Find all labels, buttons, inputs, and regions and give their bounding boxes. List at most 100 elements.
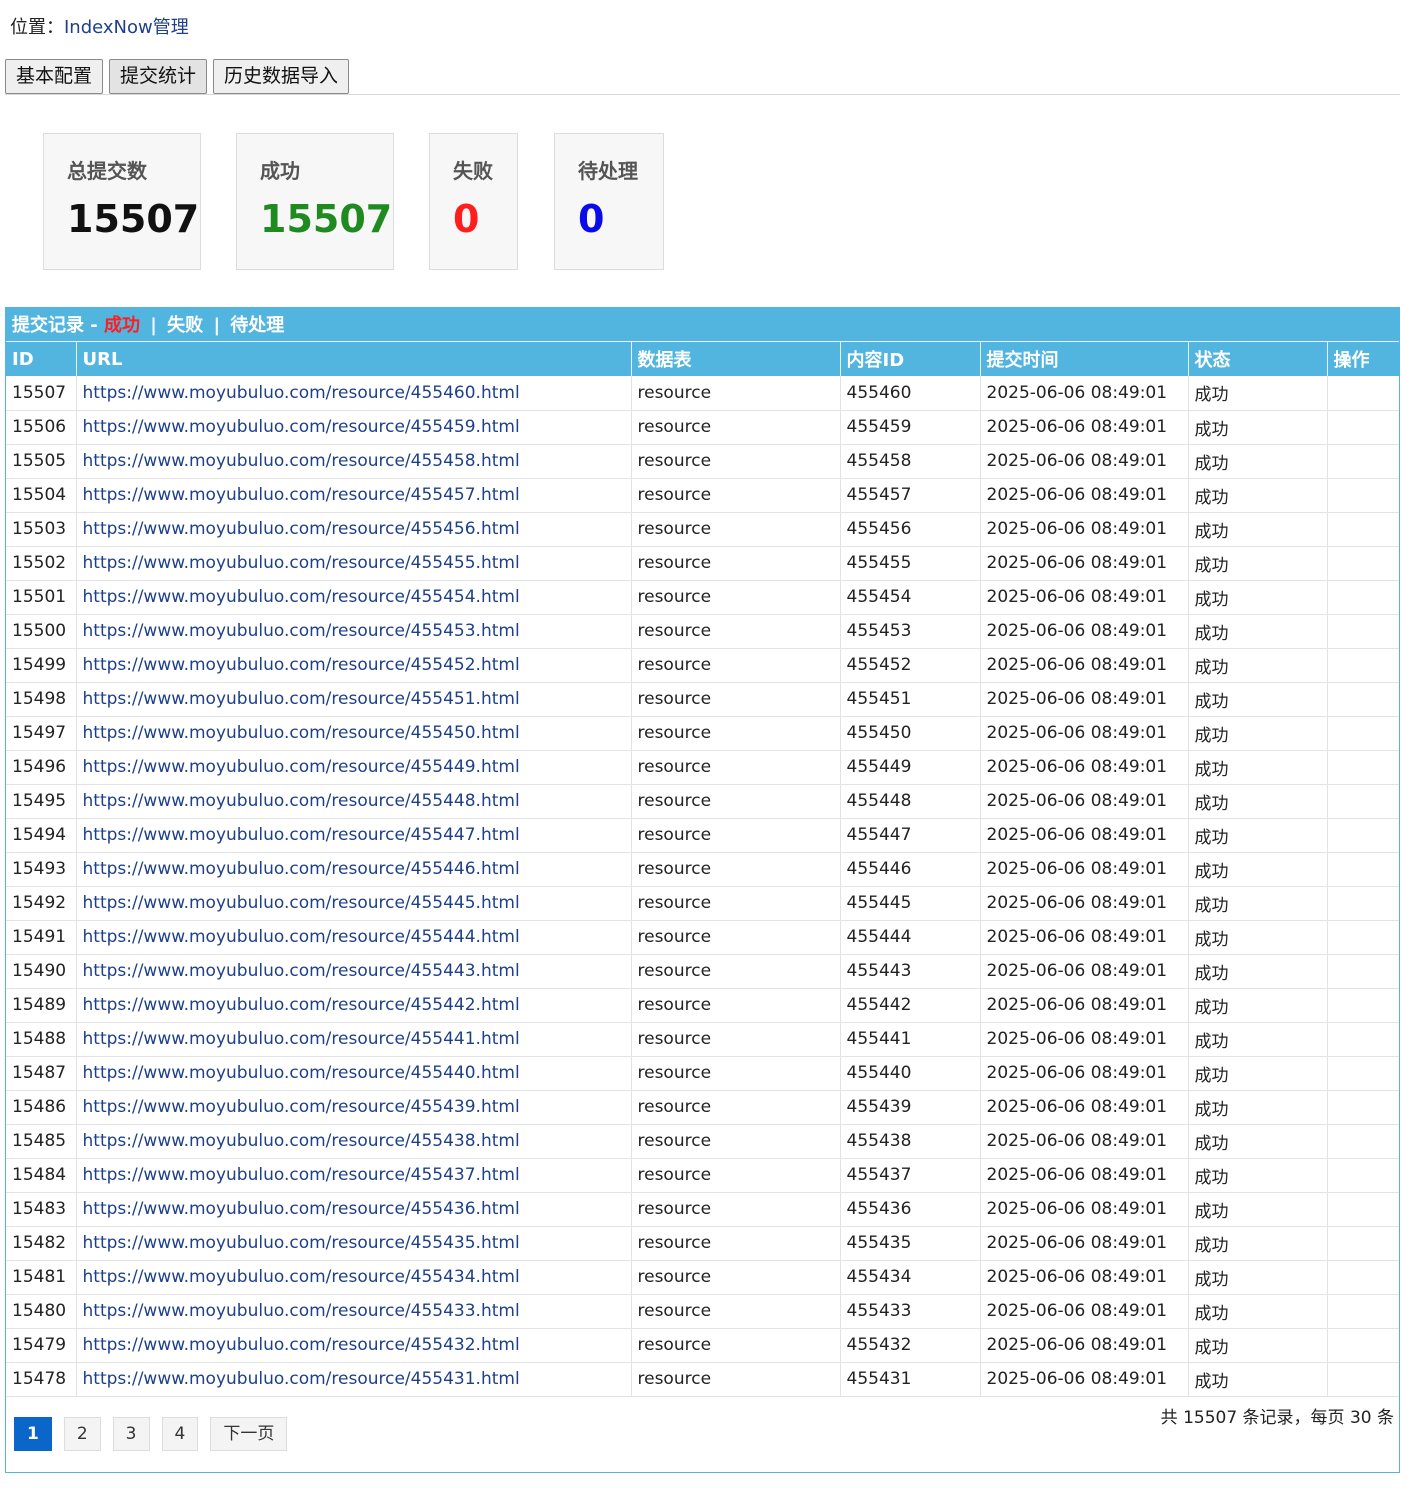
cell-submit-time: 2025-06-06 08:49:01 [980, 410, 1189, 445]
cell-content-id: 455447 [840, 818, 981, 853]
record-url-link[interactable]: https://www.moyubuluo.com/resource/45543… [83, 1369, 520, 1389]
cell-id: 15503 [6, 512, 77, 547]
cell-submit-time: 2025-06-06 08:49:01 [980, 614, 1189, 649]
cell-actions [1327, 1022, 1399, 1057]
table-row: 15478 https://www.moyubuluo.com/resource/… [6, 1362, 1399, 1397]
page-button-3[interactable]: 3 [112, 1417, 150, 1451]
record-url-link[interactable]: https://www.moyubuluo.com/resource/45545… [83, 417, 520, 437]
record-url-link[interactable]: https://www.moyubuluo.com/resource/45545… [83, 451, 520, 471]
record-url-link[interactable]: https://www.moyubuluo.com/resource/45543… [83, 1335, 520, 1355]
cell-id: 15492 [6, 886, 77, 921]
record-url-link[interactable]: https://www.moyubuluo.com/resource/45543… [83, 1233, 520, 1253]
cell-url: https://www.moyubuluo.com/resource/45545… [76, 716, 632, 751]
record-url-link[interactable]: https://www.moyubuluo.com/resource/45544… [83, 757, 520, 777]
record-url-link[interactable]: https://www.moyubuluo.com/resource/45544… [83, 893, 520, 913]
cell-submit-time: 2025-06-06 08:49:01 [980, 920, 1189, 955]
cell-id: 15499 [6, 648, 77, 683]
record-url-link[interactable]: https://www.moyubuluo.com/resource/45546… [83, 383, 520, 403]
cell-submit-time: 2025-06-06 08:49:01 [980, 954, 1189, 989]
filter-pending-link[interactable]: 待处理 [230, 315, 284, 336]
cell-actions [1327, 886, 1399, 921]
cell-id: 15486 [6, 1090, 77, 1125]
record-url-link[interactable]: https://www.moyubuluo.com/resource/45545… [83, 655, 520, 675]
cell-content-id: 455431 [840, 1362, 981, 1397]
cell-submit-time: 2025-06-06 08:49:01 [980, 988, 1189, 1023]
cell-actions [1327, 1056, 1399, 1091]
cell-table: resource [631, 444, 841, 479]
cell-submit-time: 2025-06-06 08:49:01 [980, 784, 1189, 819]
filter-failed-link[interactable]: 失败 [167, 315, 203, 336]
page-button-2[interactable]: 2 [63, 1417, 101, 1451]
table-row: 15481 https://www.moyubuluo.com/resource/… [6, 1260, 1399, 1295]
cell-table: resource [631, 1362, 841, 1397]
column-header-table: 数据表 [631, 342, 841, 376]
record-url-link[interactable]: https://www.moyubuluo.com/resource/45544… [83, 859, 520, 879]
record-url-link[interactable]: https://www.moyubuluo.com/resource/45544… [83, 1029, 520, 1049]
cell-actions [1327, 444, 1399, 479]
record-url-link[interactable]: https://www.moyubuluo.com/resource/45545… [83, 485, 520, 505]
record-url-link[interactable]: https://www.moyubuluo.com/resource/45543… [83, 1199, 520, 1219]
cell-status: 成功 [1188, 1294, 1328, 1329]
record-url-link[interactable]: https://www.moyubuluo.com/resource/45544… [83, 1063, 520, 1083]
table-row: 15506 https://www.moyubuluo.com/resource/… [6, 410, 1399, 445]
record-url-link[interactable]: https://www.moyubuluo.com/resource/45543… [83, 1097, 520, 1117]
cell-id: 15480 [6, 1294, 77, 1329]
cell-url: https://www.moyubuluo.com/resource/45544… [76, 886, 632, 921]
cell-status: 成功 [1188, 988, 1328, 1023]
page-button-1[interactable]: 1 [14, 1417, 52, 1451]
record-url-link[interactable]: https://www.moyubuluo.com/resource/45545… [83, 621, 520, 641]
record-url-link[interactable]: https://www.moyubuluo.com/resource/45544… [83, 995, 520, 1015]
cell-table: resource [631, 614, 841, 649]
cell-table: resource [631, 852, 841, 887]
record-url-link[interactable]: https://www.moyubuluo.com/resource/45543… [83, 1301, 520, 1321]
next-page-button[interactable]: 下一页 [210, 1417, 288, 1451]
cell-submit-time: 2025-06-06 08:49:01 [980, 682, 1189, 717]
cell-url: https://www.moyubuluo.com/resource/45543… [76, 1328, 632, 1363]
table-row: 15487 https://www.moyubuluo.com/resource/… [6, 1056, 1399, 1091]
cell-actions [1327, 648, 1399, 683]
cell-url: https://www.moyubuluo.com/resource/45545… [76, 580, 632, 615]
cell-table: resource [631, 478, 841, 513]
cell-content-id: 455435 [840, 1226, 981, 1261]
cell-actions [1327, 512, 1399, 547]
cell-table: resource [631, 1090, 841, 1125]
cell-submit-time: 2025-06-06 08:49:01 [980, 750, 1189, 785]
records-body: 15507 https://www.moyubuluo.com/resource/… [6, 376, 1399, 1397]
record-url-link[interactable]: https://www.moyubuluo.com/resource/45543… [83, 1165, 520, 1185]
record-url-link[interactable]: https://www.moyubuluo.com/resource/45543… [83, 1267, 520, 1287]
stat-value-pending: 0 [578, 197, 605, 241]
cell-url: https://www.moyubuluo.com/resource/45543… [76, 1124, 632, 1159]
cell-id: 15489 [6, 988, 77, 1023]
cell-actions [1327, 478, 1399, 513]
tab-history-import[interactable]: 历史数据导入 [213, 59, 350, 94]
cell-url: https://www.moyubuluo.com/resource/45544… [76, 920, 632, 955]
record-url-link[interactable]: https://www.moyubuluo.com/resource/45545… [83, 689, 520, 709]
stat-card-success: 成功 15507 [236, 133, 394, 270]
filter-success-link[interactable]: 成功 [104, 315, 140, 336]
breadcrumb-current-link[interactable]: IndexNow管理 [64, 17, 189, 38]
table-row: 15505 https://www.moyubuluo.com/resource/… [6, 444, 1399, 479]
cell-status: 成功 [1188, 648, 1328, 683]
cell-url: https://www.moyubuluo.com/resource/45544… [76, 954, 632, 989]
record-url-link[interactable]: https://www.moyubuluo.com/resource/45544… [83, 927, 520, 947]
record-url-link[interactable]: https://www.moyubuluo.com/resource/45545… [83, 723, 520, 743]
table-row: 15484 https://www.moyubuluo.com/resource/… [6, 1158, 1399, 1193]
tab-basic-config[interactable]: 基本配置 [5, 59, 104, 94]
record-url-link[interactable]: https://www.moyubuluo.com/resource/45544… [83, 961, 520, 981]
table-row: 15486 https://www.moyubuluo.com/resource/… [6, 1090, 1399, 1125]
record-url-link[interactable]: https://www.moyubuluo.com/resource/45544… [83, 825, 520, 845]
breadcrumb-label: 位置： [10, 17, 64, 38]
record-url-link[interactable]: https://www.moyubuluo.com/resource/45543… [83, 1131, 520, 1151]
cell-status: 成功 [1188, 682, 1328, 717]
record-url-link[interactable]: https://www.moyubuluo.com/resource/45545… [83, 519, 520, 539]
record-url-link[interactable]: https://www.moyubuluo.com/resource/45545… [83, 553, 520, 573]
record-url-link[interactable]: https://www.moyubuluo.com/resource/45544… [83, 791, 520, 811]
table-row: 15492 https://www.moyubuluo.com/resource/… [6, 886, 1399, 921]
stat-card-pending: 待处理 0 [554, 133, 664, 270]
tab-submit-stats[interactable]: 提交统计 [109, 59, 208, 94]
record-url-link[interactable]: https://www.moyubuluo.com/resource/45545… [83, 587, 520, 607]
cell-id: 15505 [6, 444, 77, 479]
cell-table: resource [631, 784, 841, 819]
page-button-4[interactable]: 4 [161, 1417, 199, 1451]
cell-actions [1327, 1362, 1399, 1397]
